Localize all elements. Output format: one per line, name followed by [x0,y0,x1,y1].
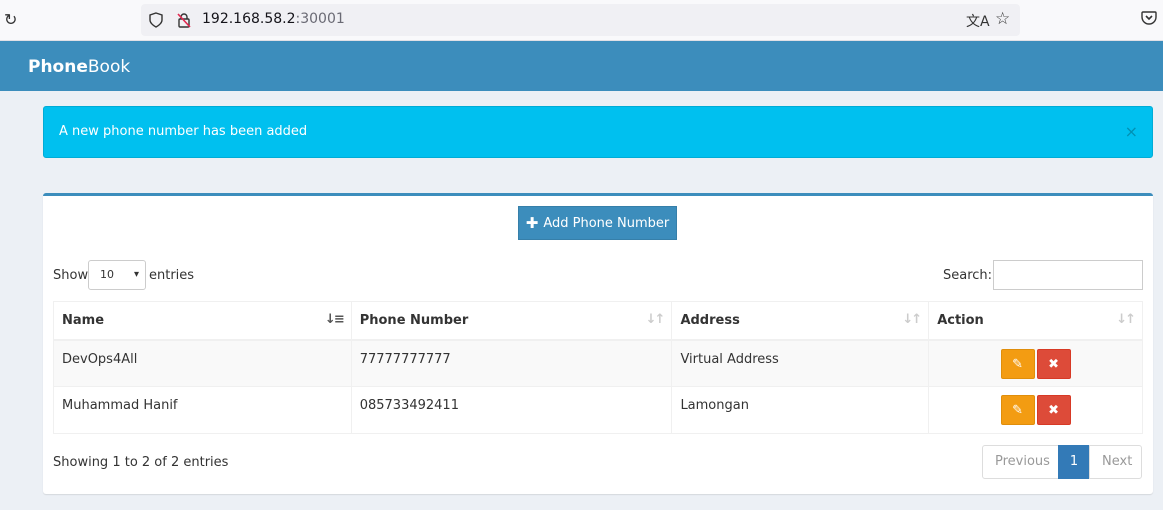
search-label: Search: [943,268,993,283]
bookmark-star-icon[interactable]: ☆ [995,9,1010,29]
delete-button[interactable]: ✖ [1036,395,1071,425]
sort-asc-icon: ↓≡ [324,312,345,327]
cell-action: ✎ ✖ [928,386,1143,434]
edit-button[interactable]: ✎ [1000,348,1035,379]
page-length-select[interactable]: 10 ▾ [88,260,146,290]
add-button-label: Add Phone Number [543,215,670,231]
plus-icon: ✚ [525,214,539,232]
success-alert: A new phone number has been added × [43,106,1153,158]
column-header-address[interactable]: Address ↓↑ [671,301,930,341]
shield-icon[interactable] [149,12,163,32]
pencil-icon: ✎ [1012,356,1024,372]
app-header: PhoneBook [0,41,1163,91]
close-icon: ✖ [1048,403,1060,418]
translate-icon[interactable]: 文A [966,11,990,31]
table-row: DevOps4All 77777777777 Virtual Address ✎… [53,339,1143,387]
next-page-button[interactable]: Next [1089,445,1142,479]
page-1-button[interactable]: 1 [1058,445,1090,479]
sort-icon: ↓↑ [902,312,922,327]
sort-icon: ↓↑ [645,312,666,327]
url-text[interactable]: 192.168.58.2:30001 [202,11,345,27]
pocket-icon[interactable] [1141,11,1157,30]
phonebook-box: ✚ Add Phone Number Show 10 ▾ entries Sea… [43,193,1153,494]
cell-name: Muhammad Hanif [53,386,352,434]
cell-phone: 77777777777 [350,339,673,387]
insecure-lock-icon[interactable] [176,12,192,32]
cell-name: DevOps4All [53,339,352,387]
search-input[interactable] [993,260,1143,290]
sort-icon: ↓↑ [1116,312,1136,327]
alert-message: A new phone number has been added [59,124,308,139]
entries-label: entries [149,268,195,283]
table-header-row: Name ↓≡ Phone Number ↓↑ Address ↓↑ Action ↓↑ [53,301,1143,341]
cell-address: Virtual Address [671,339,930,387]
reload-icon[interactable]: ↻ [4,11,20,29]
chevron-down-icon: ▾ [133,269,139,280]
close-icon: ✖ [1048,356,1060,372]
cell-address: Lamongan [671,386,930,434]
table-row: Muhammad Hanif 085733492411 Lamongan ✎ ✖ [53,386,1143,434]
column-header-phone[interactable]: Phone Number ↓↑ [350,301,673,341]
previous-page-button[interactable]: Previous [982,445,1059,479]
pencil-icon: ✎ [1012,403,1024,418]
column-header-name[interactable]: Name ↓≡ [53,301,352,341]
cell-phone: 085733492411 [350,386,673,434]
add-phone-number-button[interactable]: ✚ Add Phone Number [518,206,677,240]
page-length-value: 10 [100,268,114,281]
browser-toolbar: ↻ 192.168.58.2:30001 文A ☆ [0,0,1163,41]
pagination: Previous 1 Next [982,445,1142,479]
delete-button[interactable]: ✖ [1036,348,1071,379]
phonebook-table: Name ↓≡ Phone Number ↓↑ Address ↓↑ Action ↓↑… [53,301,1143,434]
close-icon[interactable]: × [1125,122,1138,141]
column-header-action[interactable]: Action ↓↑ [928,301,1143,341]
edit-button[interactable]: ✎ [1000,395,1035,425]
cell-action: ✎ ✖ [928,339,1143,387]
table-info: Showing 1 to 2 of 2 entries [53,455,229,470]
show-label: Show [53,268,89,283]
brand-logo[interactable]: PhoneBook [28,57,130,77]
